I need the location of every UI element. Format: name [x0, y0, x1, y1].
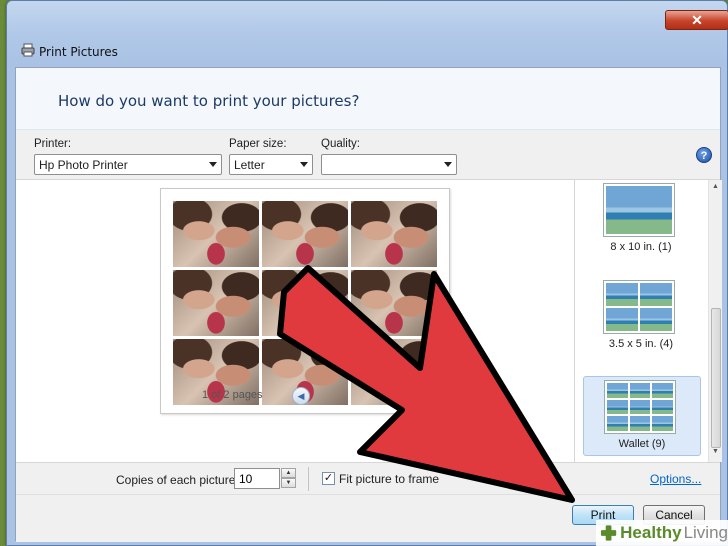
- thumbnail-image: [607, 383, 628, 398]
- layout-thumbnail: [603, 280, 675, 334]
- wallet-photo: [173, 201, 259, 267]
- layout-scrollbar[interactable]: ▲ ▼: [708, 180, 722, 462]
- thumbnail-image: [652, 416, 673, 431]
- wallet-photo: [173, 270, 259, 336]
- fit-picture-checkbox[interactable]: ✓: [322, 472, 335, 485]
- wallet-photo: [351, 339, 437, 405]
- options-link[interactable]: Options...: [650, 472, 701, 486]
- chevron-left-icon: ◀: [297, 391, 305, 401]
- header-band: How do you want to print your pictures?: [16, 68, 720, 130]
- chevron-down-icon: [444, 162, 452, 167]
- printer-icon: [21, 43, 35, 57]
- thumbnail-image: [607, 416, 628, 431]
- watermark: Healthy Living: [596, 520, 728, 546]
- thumbnail-image: [606, 308, 638, 331]
- thumbnail-image: [607, 399, 628, 415]
- printer-select-value: Hp Photo Printer: [39, 157, 128, 172]
- thumbnail-image: [629, 383, 651, 398]
- thumbnail-image: [652, 383, 673, 398]
- print-options-bar: Copies of each picture: ▲ ▼ ✓ Fit pictur…: [16, 462, 720, 494]
- checkmark-icon: ✓: [323, 472, 334, 484]
- layout-list: 8 x 10 in. (1) 3.5 x 5 in. (4) Wallet (9…: [574, 180, 722, 462]
- chevron-down-icon: [300, 162, 308, 167]
- thumbnail-image: [629, 399, 651, 415]
- page-preview: [160, 188, 450, 414]
- close-button[interactable]: ✕: [665, 10, 728, 30]
- close-icon: ✕: [691, 12, 703, 28]
- thumbnail-image: [606, 283, 638, 306]
- paper-size-value: Letter: [234, 157, 265, 172]
- divider: [308, 467, 309, 491]
- paper-size-label: Paper size:: [229, 138, 287, 150]
- layout-thumbnail: [603, 183, 675, 237]
- scroll-thumb[interactable]: [711, 308, 721, 448]
- watermark-text-light: Living: [683, 523, 728, 542]
- previous-page-button[interactable]: ◀: [292, 387, 310, 405]
- quality-label: Quality:: [321, 138, 360, 150]
- window-title: Print Pictures: [39, 45, 118, 59]
- title-bar: Print Pictures ✕: [7, 1, 728, 69]
- thumbnail-image: [640, 308, 672, 331]
- print-settings-bar: Printer: Hp Photo Printer Paper size: Le…: [16, 130, 720, 180]
- print-pictures-window: Print Pictures ✕ How do you want to prin…: [6, 0, 728, 546]
- scroll-up-icon[interactable]: ▲: [712, 183, 719, 190]
- wallet-photo: [351, 201, 437, 267]
- page-title: How do you want to print your pictures?: [58, 92, 360, 110]
- layout-thumbnail: [604, 380, 676, 434]
- page-indicator: 1 of 2 pages: [202, 389, 263, 401]
- copies-stepper[interactable]: ▲ ▼: [281, 468, 296, 489]
- layout-label: 8 x 10 in. (1): [610, 241, 672, 253]
- thumbnail-image: [606, 186, 672, 234]
- spinner-up-icon[interactable]: ▲: [281, 468, 296, 478]
- print-preview-area: [16, 180, 574, 462]
- paper-size-select[interactable]: Letter: [229, 154, 313, 175]
- layout-label: Wallet (9): [618, 438, 666, 450]
- watermark-text-bold: Healthy: [620, 523, 682, 542]
- thumbnail-image: [629, 416, 651, 431]
- layout-label: 3.5 x 5 in. (4): [608, 338, 674, 350]
- printer-label: Printer:: [34, 138, 72, 150]
- help-icon[interactable]: ?: [696, 147, 712, 163]
- quality-select[interactable]: [321, 154, 457, 175]
- layout-item-wallet[interactable]: Wallet (9): [583, 376, 701, 456]
- copies-input[interactable]: [234, 468, 280, 489]
- printer-select[interactable]: Hp Photo Printer: [34, 154, 222, 175]
- plus-leaf-icon: [600, 525, 617, 541]
- scroll-down-icon[interactable]: ▼: [712, 448, 719, 455]
- layout-item-3-5x5[interactable]: 3.5 x 5 in. (4): [583, 277, 701, 357]
- wallet-photo: [262, 201, 348, 267]
- dialog-client-area: How do you want to print your pictures? …: [15, 67, 722, 542]
- thumbnail-image: [652, 399, 673, 415]
- spinner-down-icon[interactable]: ▼: [281, 478, 296, 488]
- wallet-photo: [351, 270, 437, 336]
- copies-label: Copies of each picture:: [116, 473, 239, 487]
- wallet-photo: [262, 270, 348, 336]
- chevron-down-icon: [209, 162, 217, 167]
- thumbnail-image: [640, 283, 672, 306]
- fit-picture-label: Fit picture to frame: [339, 472, 440, 486]
- layout-item-8x10[interactable]: 8 x 10 in. (1): [583, 180, 701, 260]
